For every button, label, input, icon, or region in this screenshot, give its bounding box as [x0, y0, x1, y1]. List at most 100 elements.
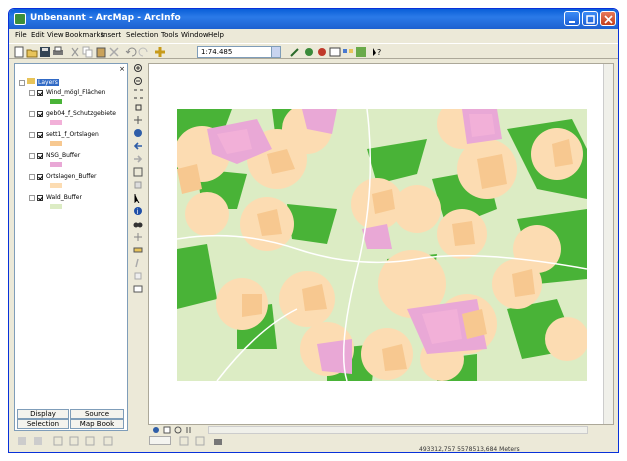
map-bottom-bar [148, 425, 614, 435]
find-icon[interactable] [133, 219, 144, 229]
draw-text-icon[interactable] [69, 436, 79, 446]
menu-bookmarks[interactable]: Bookmarks [65, 31, 104, 39]
model-builder-icon[interactable] [342, 46, 354, 58]
map-canvas[interactable] [177, 109, 587, 381]
menu-tools[interactable]: Tools [161, 31, 178, 39]
zoom-out-icon[interactable] [133, 76, 144, 86]
copy-icon[interactable] [82, 46, 94, 58]
menu-window[interactable]: Window [181, 31, 209, 39]
layer-visibility-checkbox[interactable] [37, 131, 43, 138]
select-elements-icon[interactable] [133, 193, 144, 203]
expand-icon[interactable] [29, 152, 35, 159]
map-vertical-scrollbar[interactable] [603, 64, 613, 424]
delete-icon[interactable] [108, 46, 120, 58]
fixed-zoom-in-icon[interactable] [133, 89, 144, 99]
menu-help[interactable]: Help [208, 31, 224, 39]
layout-view-icon[interactable] [163, 426, 171, 434]
whats-this-help-icon[interactable]: ? [371, 46, 383, 58]
scale-dropdown-arrow[interactable] [271, 47, 280, 57]
layer-symbol-swatch [50, 204, 62, 209]
menu-insert[interactable]: Insert [101, 31, 121, 39]
fixed-zoom-out-icon[interactable] [133, 102, 144, 112]
expand-icon[interactable] [29, 194, 35, 201]
map-horizontal-scrollbar[interactable] [208, 426, 588, 434]
new-document-icon[interactable] [13, 46, 25, 58]
layer-visibility-checkbox[interactable] [37, 152, 43, 159]
open-folder-icon[interactable] [26, 46, 38, 58]
toc-close-icon[interactable]: × [119, 65, 125, 73]
draw-callout-icon[interactable] [85, 436, 95, 446]
layer-name: NSG_Buffer [46, 152, 81, 159]
html-popup-icon[interactable] [133, 271, 144, 281]
tab-display[interactable]: Display [17, 409, 69, 419]
status-bar: 493312,757 5578513,684 Meters [9, 446, 618, 452]
draw-select-icon[interactable] [17, 436, 27, 446]
undo-icon[interactable] [125, 46, 137, 58]
draw-rotate-icon[interactable] [33, 436, 43, 446]
minimize-button[interactable] [564, 11, 580, 26]
zoom-whole-page-icon[interactable] [179, 436, 189, 446]
expand-icon[interactable] [29, 110, 35, 117]
zoom-100-icon[interactable] [195, 436, 205, 446]
layer-name: geb04_f_Schutzgebiete [46, 110, 116, 117]
hyperlink-icon[interactable] [133, 258, 144, 268]
refresh-icon[interactable] [174, 426, 182, 434]
window-icon[interactable] [329, 46, 341, 58]
toc-root-layers[interactable]: Layers [19, 78, 59, 86]
redo-icon[interactable] [138, 46, 150, 58]
save-icon[interactable] [39, 46, 51, 58]
menu-selection[interactable]: Selection [126, 31, 158, 39]
layer-visibility-checkbox[interactable] [37, 194, 43, 201]
zoom-percent-input[interactable] [149, 436, 171, 445]
layer-symbol-swatch [50, 99, 62, 104]
menu-file[interactable]: File [15, 31, 27, 39]
draw-rectangle-icon[interactable] [53, 436, 63, 446]
zoom-in-icon[interactable] [133, 63, 144, 73]
clear-selection-icon[interactable] [133, 180, 144, 190]
arctoolbox-icon[interactable] [303, 46, 315, 58]
change-layout-icon[interactable] [213, 436, 223, 446]
close-button[interactable] [600, 11, 616, 26]
pan-icon[interactable] [133, 115, 144, 125]
layer-visibility-checkbox[interactable] [37, 89, 43, 96]
tab-map-book[interactable]: Map Book [70, 419, 124, 429]
toc-layer-row[interactable]: sett1_f_Ortslagen [29, 131, 99, 138]
time-slider-icon[interactable] [133, 284, 144, 294]
measure-icon[interactable] [133, 245, 144, 255]
expand-icon[interactable] [29, 89, 35, 96]
back-extent-icon[interactable] [133, 141, 144, 151]
python-window-icon[interactable] [355, 46, 367, 58]
arcmap-app-icon [14, 13, 26, 25]
expand-icon[interactable] [29, 173, 35, 180]
toc-layer-row[interactable]: Ortslagen_Buffer [29, 173, 97, 180]
toc-layer-row[interactable]: NSG_Buffer [29, 152, 80, 159]
map-display[interactable] [148, 63, 614, 425]
data-view-icon[interactable] [152, 426, 160, 434]
maximize-button[interactable] [582, 11, 598, 26]
add-data-icon[interactable] [154, 46, 166, 58]
map-scale-input[interactable]: 1:74.485 [197, 46, 281, 58]
collapse-icon[interactable] [19, 79, 25, 86]
print-icon[interactable] [52, 46, 64, 58]
menu-view[interactable]: View [47, 31, 64, 39]
layer-visibility-checkbox[interactable] [37, 173, 43, 180]
layer-visibility-checkbox[interactable] [37, 110, 43, 117]
paste-icon[interactable] [95, 46, 107, 58]
select-features-icon[interactable] [133, 167, 144, 177]
forward-extent-icon[interactable] [133, 154, 144, 164]
go-to-xy-icon[interactable] [133, 232, 144, 242]
expand-icon[interactable] [29, 131, 35, 138]
tab-source[interactable]: Source [70, 409, 124, 419]
toc-layer-row[interactable]: geb04_f_Schutzgebiete [29, 110, 116, 117]
cut-icon[interactable] [69, 46, 81, 58]
identify-icon[interactable]: i [133, 206, 144, 216]
editor-toolbar-icon[interactable] [289, 46, 301, 58]
pause-drawing-icon[interactable] [185, 426, 193, 434]
menu-edit[interactable]: Edit [31, 31, 45, 39]
toc-layer-row[interactable]: Wald_Buffer [29, 194, 82, 201]
toc-layer-row[interactable]: Wind_mögl_Flächen [29, 89, 105, 96]
font-icon[interactable] [103, 436, 113, 446]
full-extent-icon[interactable] [133, 128, 144, 138]
tab-selection[interactable]: Selection [17, 419, 69, 429]
arccatalog-icon[interactable] [316, 46, 328, 58]
